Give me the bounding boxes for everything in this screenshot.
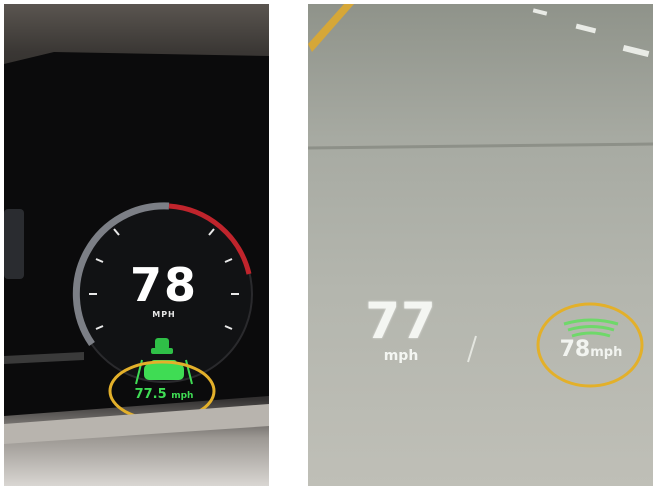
screen-reflection [4,209,24,279]
acc-radar-icon [563,318,619,338]
instrument-cluster-photo: 78 MPH 77.5 mph [4,4,269,486]
road-yellow-line [308,4,354,52]
road-seam [308,142,653,150]
cluster-graphics [4,52,269,444]
hud-acc-value: 78 [559,337,591,362]
cluster-speed-unit: MPH [152,310,176,319]
hud-acc-speed: 78mph [546,337,636,362]
hud-speed-unit: mph [383,348,419,364]
hud-acc-unit: mph [590,345,623,360]
hud-graphics [308,4,653,388]
cluster-acc-speed: 77.5 mph [124,387,204,402]
head-up-display-photo: 77 mph 78mph [308,4,653,486]
lane-dashes [532,8,650,58]
hud-speed-readout: 77 [365,292,437,350]
cluster-speed-readout: 78 [129,258,198,312]
cluster-acc-unit: mph [171,391,194,401]
cluster-acc-value: 77.5 [134,387,167,402]
hud-divider [467,335,477,363]
